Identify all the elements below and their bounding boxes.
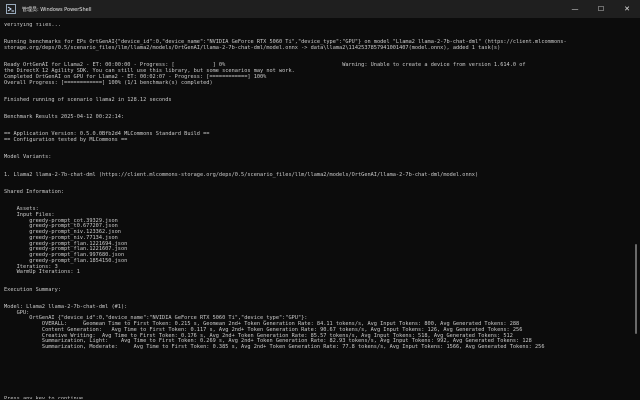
console-line: Summarization, Moderate: Avg Time to Fir… (4, 344, 545, 350)
close-icon[interactable]: ✕ (614, 0, 640, 18)
scrollbar-thumb[interactable] (635, 244, 637, 334)
vertical-scrollbar[interactable] (634, 22, 638, 398)
powershell-icon[interactable] (6, 4, 16, 14)
window-controls: — ☐ ✕ (562, 0, 640, 18)
console-line: Press any key to continue... (4, 395, 93, 399)
minimize-icon[interactable]: — (562, 0, 588, 18)
maximize-icon[interactable]: ☐ (588, 0, 614, 18)
window-title: 管理员: Windows PowerShell (22, 6, 92, 13)
title-bar[interactable]: 管理员: Windows PowerShell — ☐ ✕ (0, 0, 640, 18)
console-output[interactable]: Verifying files... Running benchmarks for… (4, 23, 624, 399)
